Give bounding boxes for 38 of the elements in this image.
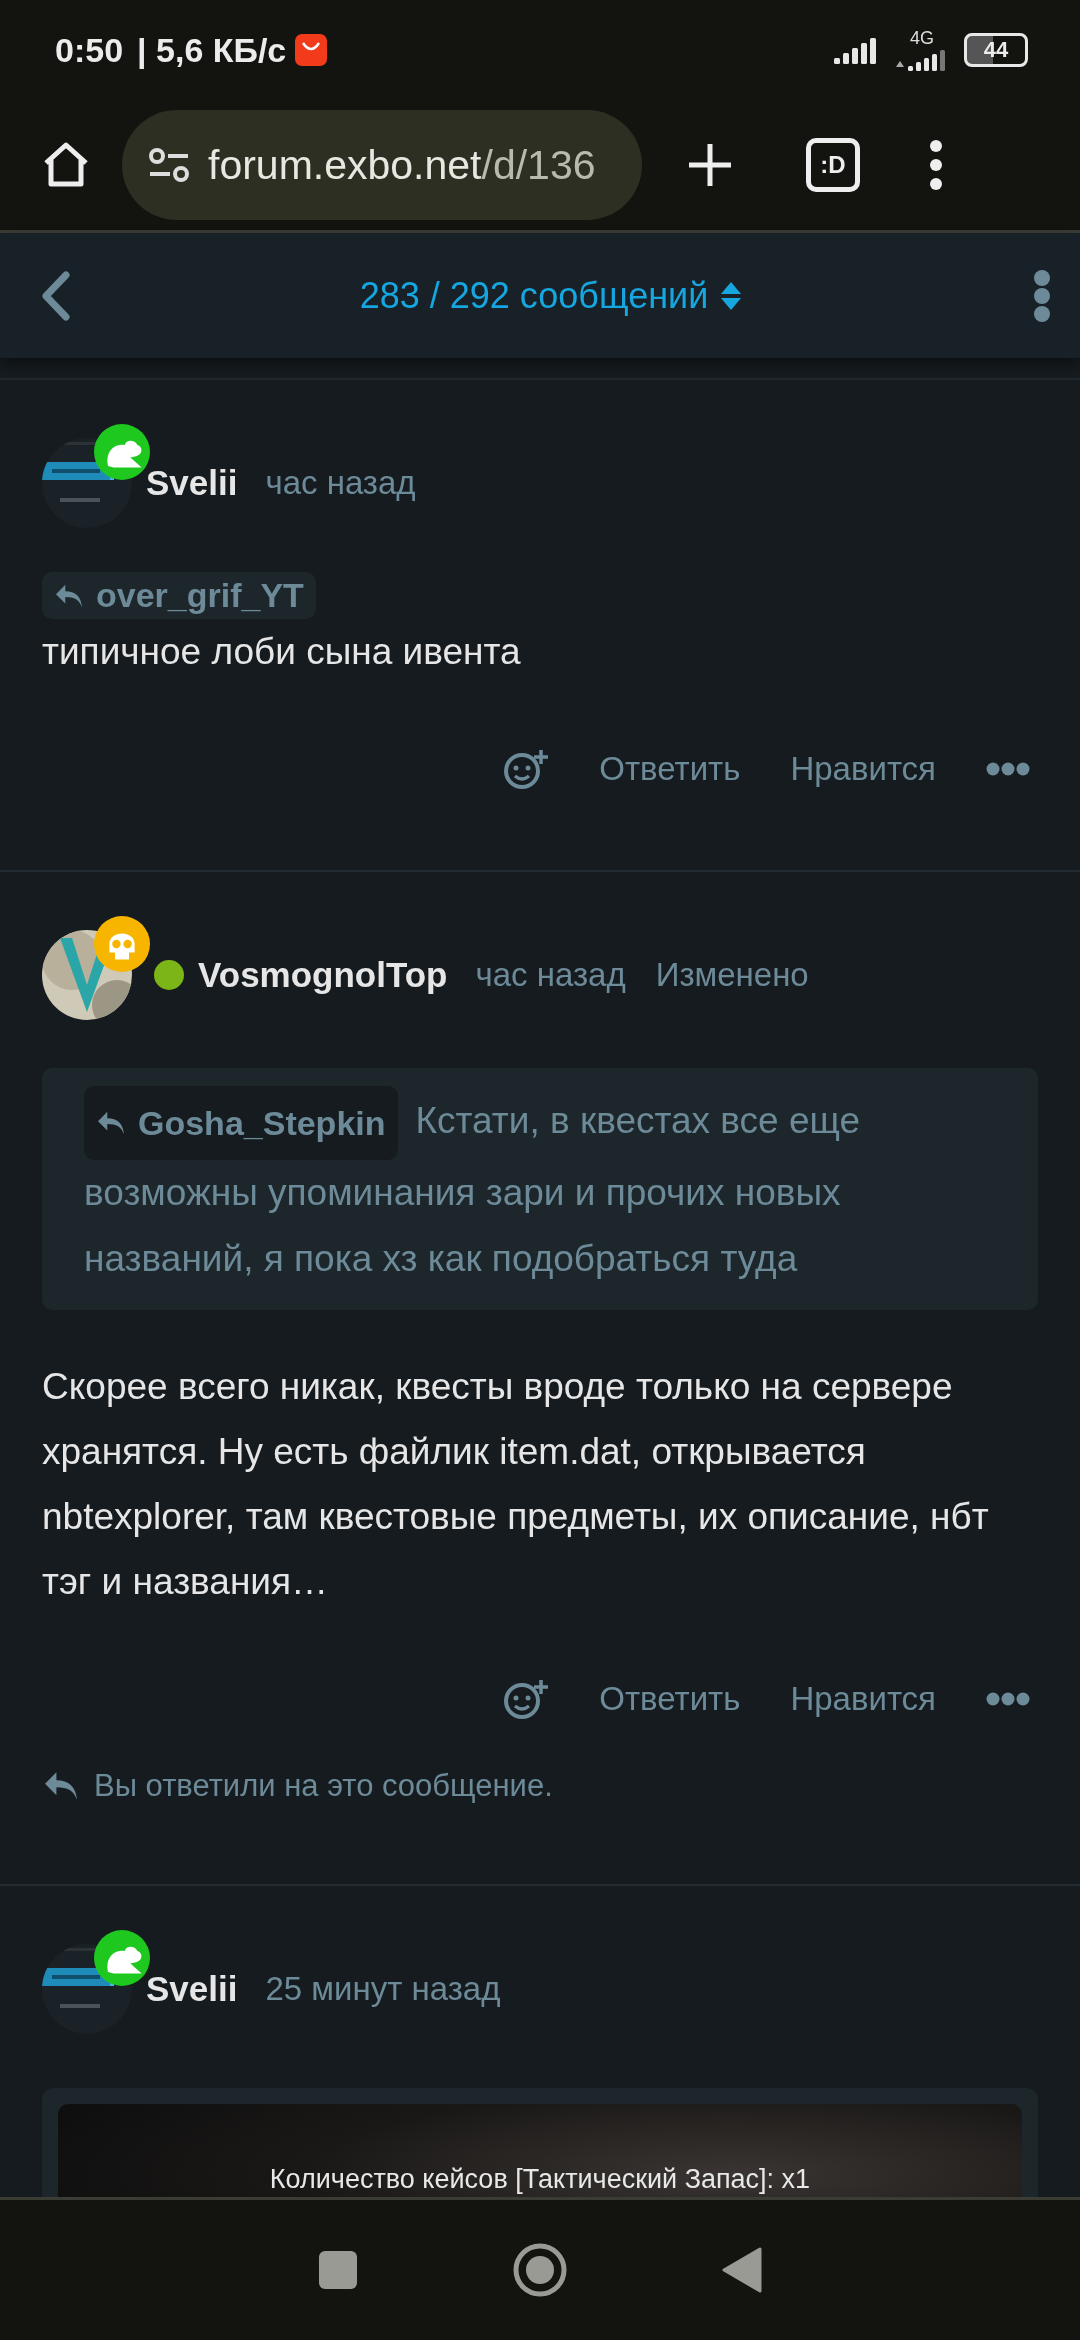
post-text: типичное лоби сына ивента — [42, 630, 522, 674]
new-tab-icon[interactable] — [686, 141, 734, 189]
back-icon[interactable] — [40, 270, 70, 321]
url-text: forum.exbo.net/d/136 — [208, 141, 596, 189]
post-time-link[interactable]: час назад — [265, 464, 416, 502]
add-reaction-icon[interactable] — [503, 748, 550, 790]
add-reaction-icon[interactable] — [503, 1678, 550, 1720]
reply-button[interactable]: Ответить — [599, 1680, 741, 1718]
post-time-link[interactable]: час назад — [475, 956, 626, 994]
address-bar[interactable]: forum.exbo.net/d/136 — [122, 110, 642, 220]
username-link[interactable]: Svelii — [146, 463, 238, 503]
reply-mention[interactable]: over_grif_YT — [42, 572, 316, 619]
reply-button[interactable]: Ответить — [599, 750, 741, 788]
like-button[interactable]: Нравится — [790, 750, 936, 788]
reply-icon — [96, 1110, 126, 1136]
post-counter-button[interactable]: 283 / 292 сообщений — [359, 274, 743, 317]
username-link[interactable]: Svelii — [146, 1969, 238, 2009]
reply-mention[interactable]: Gosha_Stepkin — [84, 1086, 398, 1160]
quote-text: Gosha_Stepkin Кстати, в квестах все еще возможны упоминания зари и прочих новых названий, я пока хз как подобраться туда — [84, 1086, 978, 1292]
battery-icon: 44 — [964, 33, 1028, 67]
network-type: 4G — [910, 29, 934, 47]
post-time-link[interactable]: 25 минут назад — [265, 1970, 501, 2008]
username-link[interactable]: VosmognolTop — [198, 955, 448, 995]
reply-icon — [42, 1770, 80, 1802]
screenshot-caption: Количество кейсов [Тактический Запас]: x1 — [269, 2164, 811, 2195]
home-icon[interactable] — [513, 2243, 567, 2297]
post-text: Скорее всего никак, квесты вроде только на сервере хранятся. Ну есть файлик item.dat, открывается nbtexplorer, там квестовые предметы, их описание, нбт тэг и названия… — [42, 1365, 990, 1604]
recents-icon[interactable] — [317, 2250, 358, 2290]
network-speed: | 5,6 КБ/с — [137, 30, 287, 70]
site-settings-icon[interactable] — [148, 147, 190, 183]
replied-notice: Вы ответили на это сообщение. — [94, 1768, 553, 1804]
sort-icon — [720, 280, 743, 311]
back-icon[interactable] — [722, 2247, 763, 2293]
tab-switcher-button[interactable]: :D — [806, 138, 860, 192]
edited-label: Изменено — [655, 956, 809, 994]
clock-time: 0:50 — [55, 30, 124, 70]
more-icon[interactable] — [928, 139, 944, 191]
like-button[interactable]: Нравится — [790, 1680, 936, 1718]
